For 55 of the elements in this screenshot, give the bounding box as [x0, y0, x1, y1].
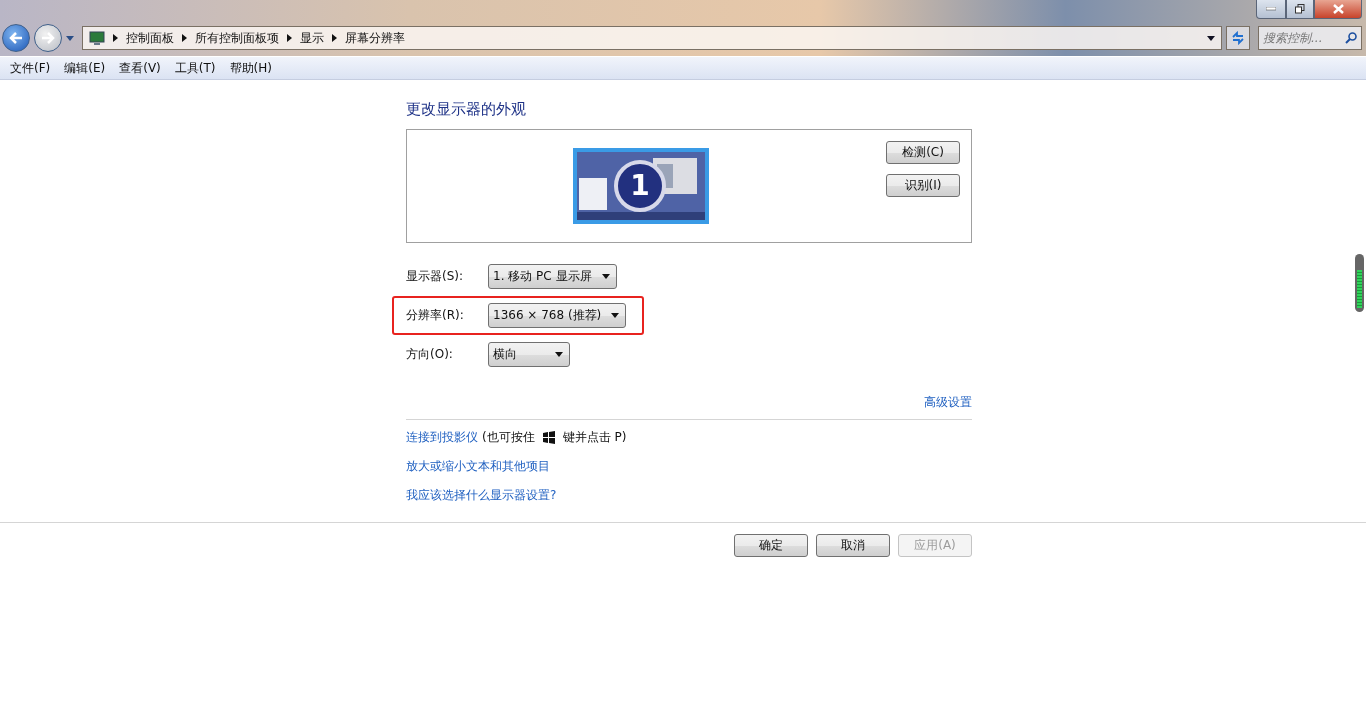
search-icon [1345, 32, 1357, 44]
minimize-icon [1266, 7, 1276, 11]
help-link[interactable]: 连接到投影仪 [406, 429, 478, 446]
breadcrumb-item[interactable]: 所有控制面板项 [195, 29, 279, 47]
setting-label: 分辨率(R): [406, 307, 465, 324]
chevron-icon[interactable] [182, 34, 187, 42]
back-button[interactable] [2, 24, 30, 52]
arrow-left-icon [9, 32, 23, 44]
setting-label: 显示器(S): [406, 268, 465, 285]
dropdown-caret-icon[interactable] [1207, 35, 1215, 41]
dialog-button[interactable]: 取消 [816, 534, 890, 557]
action-button[interactable]: 识别(I) [886, 174, 960, 197]
close-icon [1332, 4, 1344, 14]
chevron-icon[interactable] [332, 34, 337, 42]
dropdown[interactable]: 1366 × 768 (推荐) [488, 303, 627, 328]
menu-item[interactable]: 帮助(H) [229, 59, 272, 77]
search-field[interactable]: 搜索控制... [1258, 26, 1362, 50]
menu-item[interactable]: 查看(V) [119, 59, 161, 77]
restore-button[interactable] [1286, 0, 1314, 19]
menu-item[interactable]: 编辑(E) [64, 59, 106, 77]
caret-icon [555, 352, 563, 357]
restore-icon [1295, 4, 1305, 14]
breadcrumb-item[interactable]: 控制面板 [126, 29, 174, 47]
dropdown[interactable]: 横向 [488, 342, 570, 367]
breadcrumb-item[interactable]: 屏幕分辨率 [345, 29, 405, 47]
action-button[interactable]: 检测(C) [886, 141, 960, 164]
caret-icon [611, 313, 620, 318]
advanced-settings-link[interactable]: 高级设置 [924, 394, 972, 411]
refresh-icon [1231, 31, 1245, 45]
breadcrumb-item[interactable]: 显示 [300, 29, 324, 47]
windows-key-icon [541, 431, 556, 444]
refresh-button[interactable] [1226, 26, 1250, 50]
minimize-button[interactable] [1256, 0, 1286, 19]
control-panel-icon [89, 30, 105, 46]
chevron-icon[interactable] [287, 34, 292, 42]
hint-text: (也可按住 [482, 429, 535, 446]
help-link[interactable]: 我应该选择什么显示器设置? [406, 487, 557, 504]
forward-button[interactable] [34, 24, 62, 52]
close-button[interactable] [1314, 0, 1362, 19]
setting-label: 方向(O): [406, 346, 454, 363]
history-dropdown-icon[interactable] [66, 35, 74, 41]
dialog-button[interactable]: 确定 [734, 534, 808, 557]
help-link[interactable]: 放大或缩小文本和其他项目 [406, 458, 550, 475]
page-heading: 更改显示器的外观 [406, 100, 527, 119]
monitor-number: 1 [629, 168, 651, 204]
caret-icon [601, 274, 610, 279]
hint-text: 键并点击 P) [562, 429, 627, 446]
monitor-drawing[interactable] [573, 148, 709, 224]
menu-item[interactable]: 文件(F) [10, 59, 51, 77]
address-bar[interactable]: 控制面板 所有控制面板项 显示 屏幕分辨率 [82, 26, 1222, 50]
chevron-icon[interactable] [113, 34, 118, 42]
dropdown[interactable]: 1. 移动 PC 显示屏 [488, 264, 617, 289]
arrow-right-icon [41, 32, 55, 44]
menu-item[interactable]: 工具(T) [174, 59, 216, 77]
level-meter-drawing [1355, 254, 1364, 312]
